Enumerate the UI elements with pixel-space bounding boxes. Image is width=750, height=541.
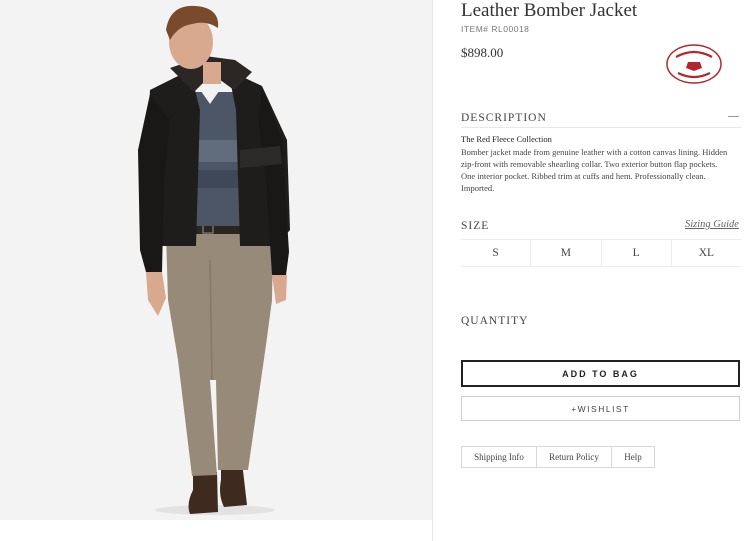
- description-line: One interior pocket. Ribbed trim at cuff…: [461, 171, 706, 181]
- info-tabs: Shipping Info Return Policy Help: [461, 446, 655, 468]
- collapse-minus-icon[interactable]: [728, 116, 739, 117]
- size-option-l[interactable]: L: [600, 240, 671, 266]
- tab-shipping-info[interactable]: Shipping Info: [461, 446, 537, 468]
- sizing-guide-link[interactable]: Sizing Guide: [685, 219, 739, 230]
- brand-logo: [666, 44, 722, 84]
- model-illustration: [138, 5, 290, 515]
- description-line: Bomber jacket made from genuine leather …: [461, 147, 728, 157]
- size-heading: SIZE: [461, 220, 490, 232]
- add-to-bag-button[interactable]: ADD TO BAG: [461, 360, 740, 387]
- size-selector: S M L XL: [461, 239, 741, 267]
- item-number: ITEM# RL00018: [461, 24, 530, 34]
- size-option-xl[interactable]: XL: [670, 240, 741, 266]
- divider: [461, 127, 741, 128]
- description-line: zip-front with removable shearling colla…: [461, 159, 718, 169]
- description-heading: DESCRIPTION: [461, 112, 547, 124]
- product-title: Leather Bomber Jacket: [461, 0, 638, 21]
- collection-name: The Red Fleece Collection: [461, 134, 552, 144]
- description-text: Bomber jacket made from genuine leather …: [461, 146, 743, 194]
- quantity-heading: QUANTITY: [461, 315, 529, 327]
- product-photo: [0, 0, 432, 520]
- tab-help[interactable]: Help: [611, 446, 655, 468]
- tab-return-policy[interactable]: Return Policy: [536, 446, 612, 468]
- panel-divider: [432, 0, 433, 541]
- wishlist-button[interactable]: +WISHLIST: [461, 396, 740, 421]
- size-option-s[interactable]: S: [461, 240, 530, 266]
- size-option-m[interactable]: M: [530, 240, 600, 266]
- product-price: $898.00: [461, 45, 504, 60]
- description-line: Imported.: [461, 183, 495, 193]
